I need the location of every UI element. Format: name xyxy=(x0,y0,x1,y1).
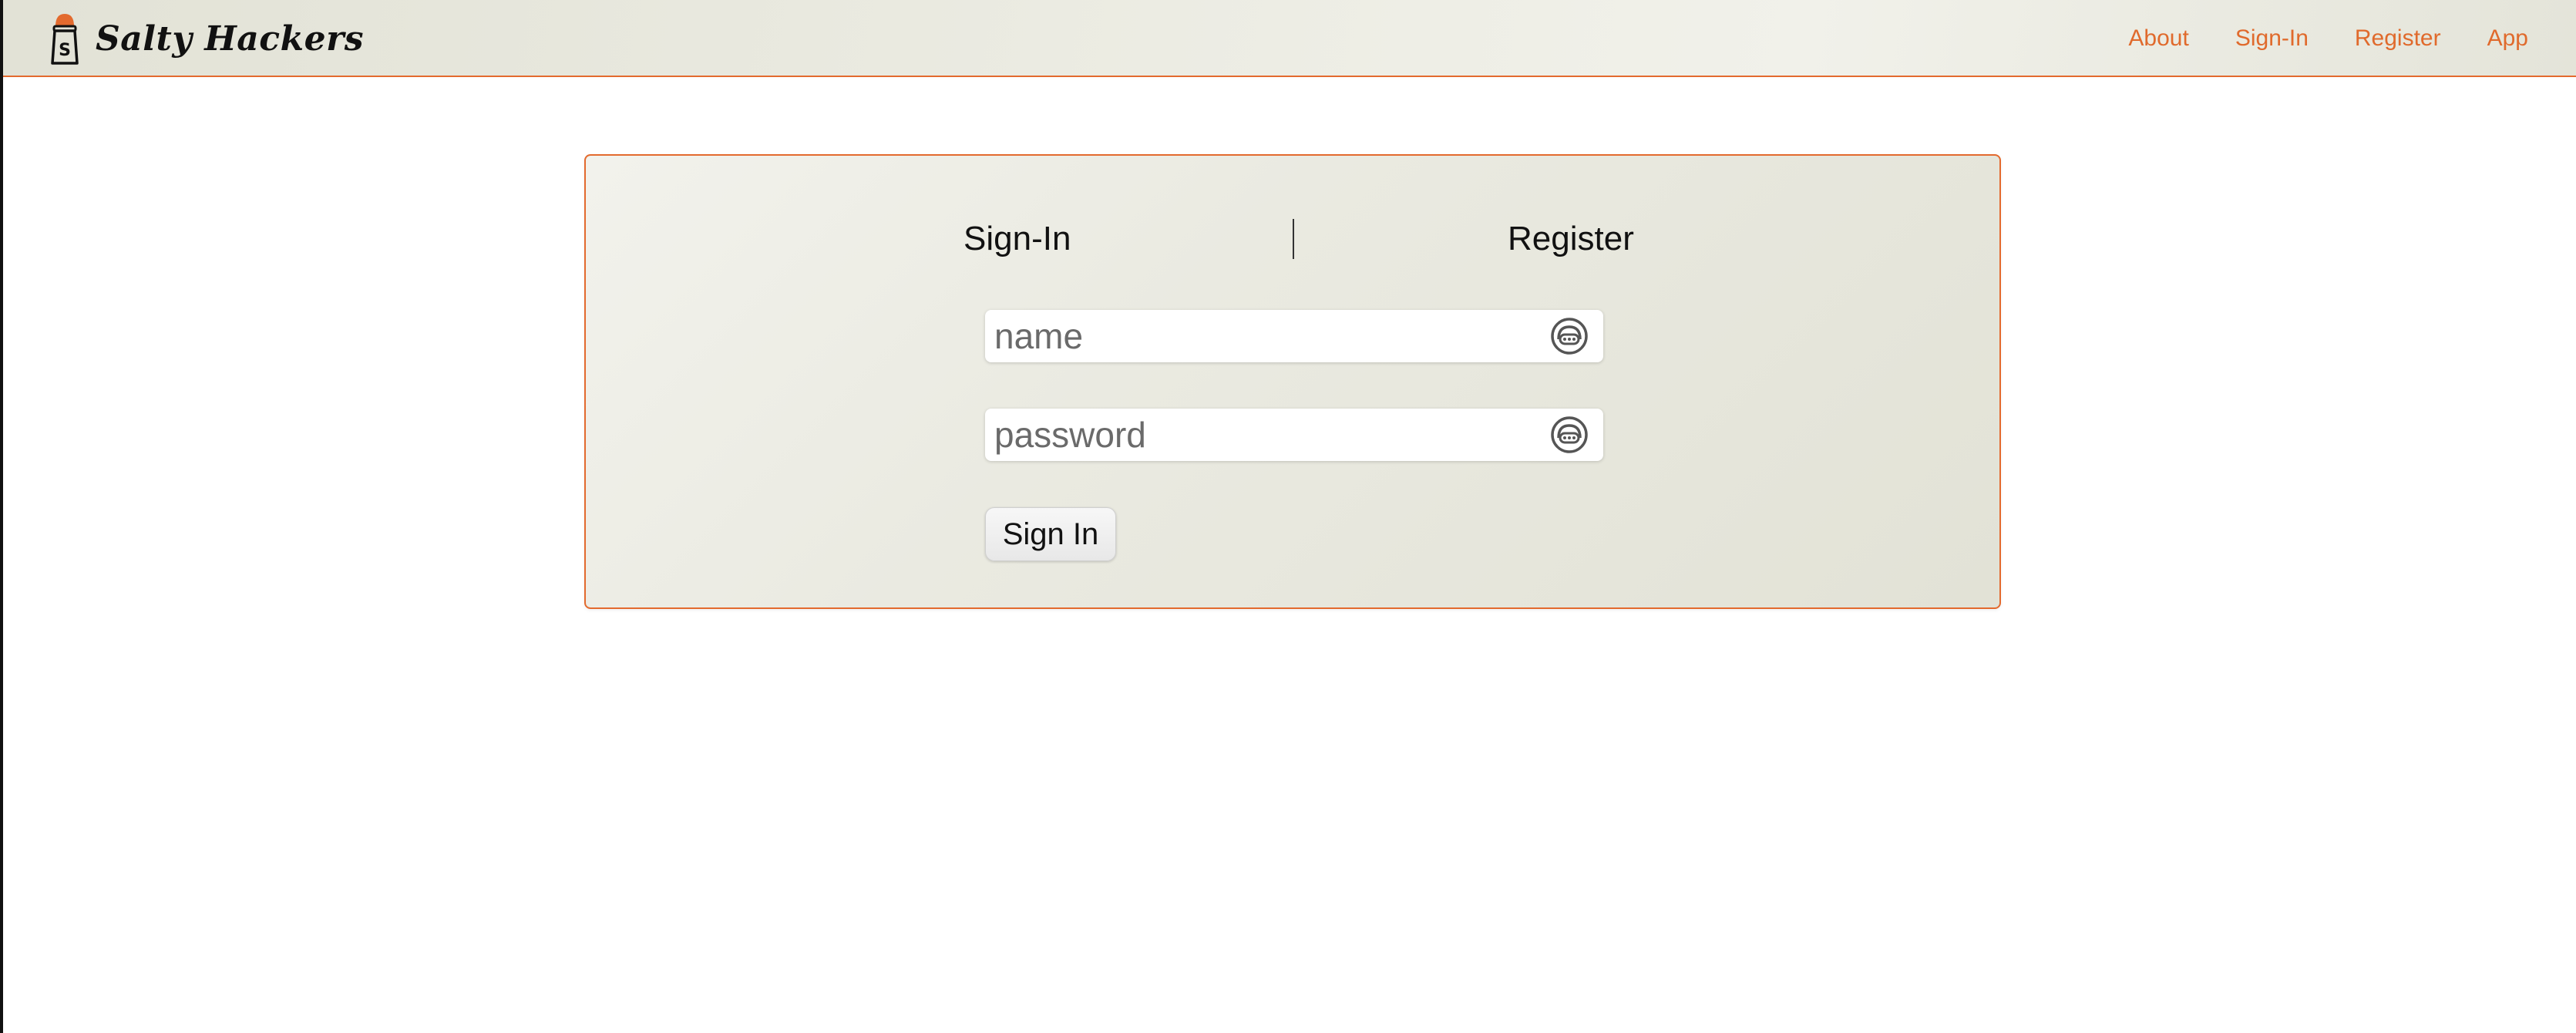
top-navbar: S Salty Hackers About Sign-In Register A… xyxy=(3,0,2576,77)
salt-shaker-icon: S xyxy=(48,9,82,68)
password-manager-icon[interactable] xyxy=(1548,315,1591,358)
password-input[interactable] xyxy=(985,409,1548,461)
brand-name: Salty Hackers xyxy=(96,19,365,59)
nav-link-app[interactable]: App xyxy=(2487,25,2528,52)
nav-links: About Sign-In Register App xyxy=(2128,0,2528,77)
tab-divider xyxy=(1293,219,1294,259)
name-input[interactable] xyxy=(985,310,1548,362)
nav-link-sign-in[interactable]: Sign-In xyxy=(2235,25,2309,52)
nav-link-register[interactable]: Register xyxy=(2355,25,2441,52)
tab-sign-in[interactable]: Sign-In xyxy=(963,216,1071,262)
password-manager-icon[interactable] xyxy=(1548,413,1591,456)
name-field xyxy=(985,310,1603,362)
svg-text:S: S xyxy=(59,41,71,60)
sign-in-button[interactable]: Sign In xyxy=(985,507,1116,561)
brand[interactable]: S Salty Hackers xyxy=(48,8,364,69)
auth-card: Sign-In Register name Sign In xyxy=(584,154,2001,609)
page: S Salty Hackers About Sign-In Register A… xyxy=(0,0,2576,1033)
auth-tabs: Sign-In Register xyxy=(586,216,1999,262)
tab-register[interactable]: Register xyxy=(1508,216,1634,262)
nav-link-about[interactable]: About xyxy=(2128,25,2188,52)
password-field xyxy=(985,409,1603,461)
